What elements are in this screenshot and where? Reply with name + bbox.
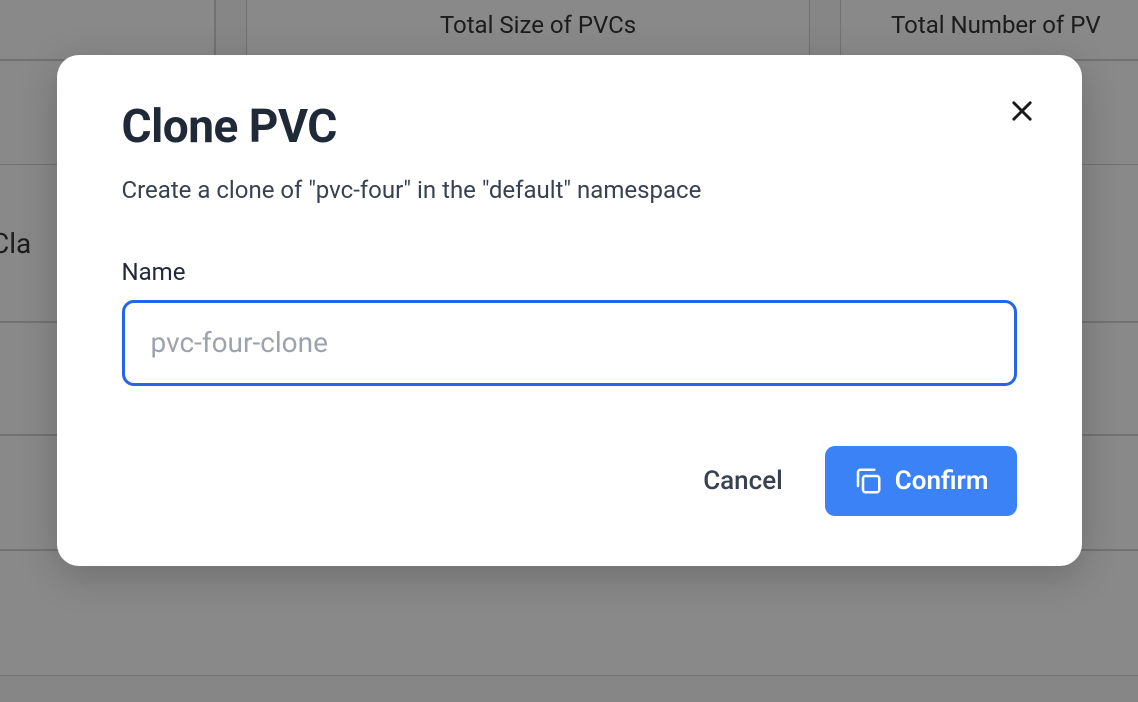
copy-icon <box>853 466 883 496</box>
confirm-button[interactable]: Confirm <box>825 446 1017 516</box>
modal-subtitle: Create a clone of "pvc-four" in the "def… <box>122 174 1017 208</box>
close-button[interactable] <box>1004 93 1040 129</box>
name-label: Name <box>122 258 1017 286</box>
modal-footer: Cancel Confirm <box>122 446 1017 516</box>
clone-pvc-modal: Clone PVC Create a clone of "pvc-four" i… <box>57 55 1082 566</box>
confirm-button-label: Confirm <box>895 466 989 496</box>
name-input[interactable] <box>122 300 1017 386</box>
cancel-button[interactable]: Cancel <box>699 458 787 504</box>
modal-title: Clone PVC <box>122 100 1017 154</box>
modal-overlay[interactable]: Clone PVC Create a clone of "pvc-four" i… <box>0 0 1138 702</box>
close-icon <box>1008 97 1036 125</box>
